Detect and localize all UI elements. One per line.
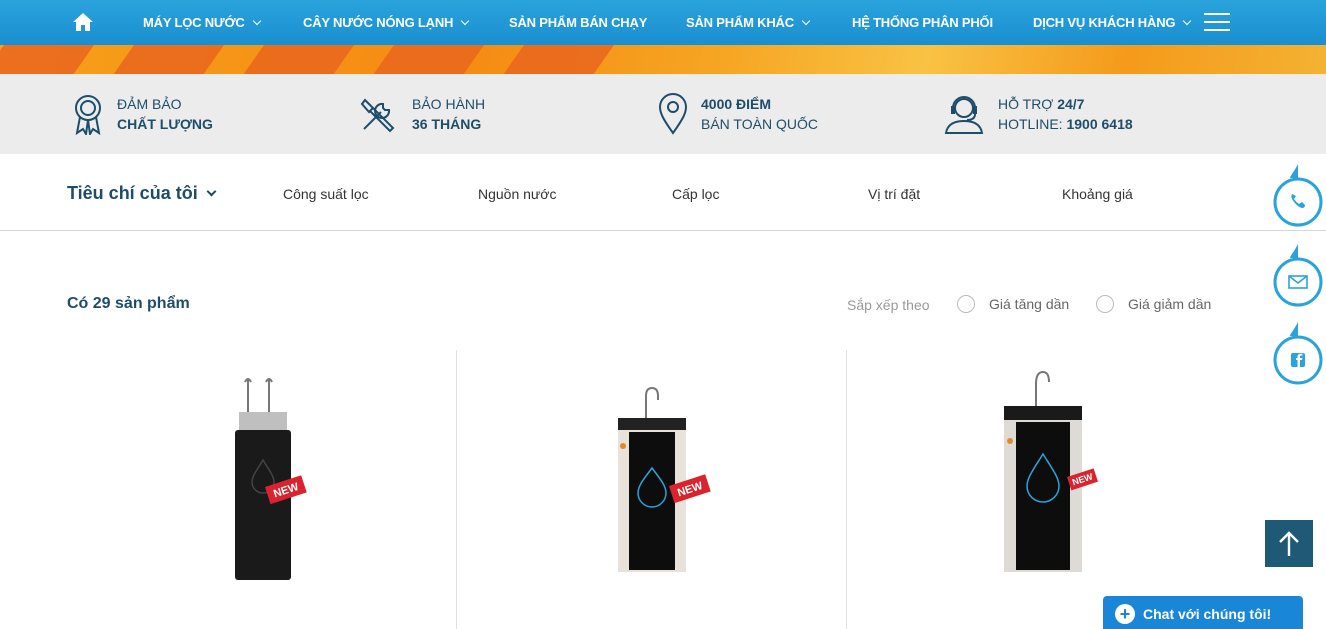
product-image[interactable]: NEW [457,360,847,590]
product-image[interactable]: NEW [847,360,1237,590]
feature-support: HỖ TRỢ 24/7 HOTLINE: 1900 6418 [943,74,1133,154]
nav-item-may-loc-nuoc[interactable]: MÁY LỌC NƯỚC [143,0,261,45]
chat-label: Chat với chúng tôi! [1143,606,1272,622]
filter-price-range[interactable]: Khoảng giá [1062,186,1133,202]
sort-price-desc[interactable]: Giá giảm dần [1096,295,1211,313]
sort-option-label: Giá tăng dần [989,296,1070,312]
nav-item-san-pham-khac[interactable]: SẢN PHẨM KHÁC [686,0,811,45]
features-bar: ĐẢM BẢO CHẤT LƯỢNG BẢO HÀNH 36 THÁNG 400… [0,74,1326,154]
nav-item-he-thong-phan-phoi[interactable]: HỆ THỐNG PHÂN PHỐI [852,0,993,45]
phone-contact-button[interactable] [1272,162,1324,228]
feature-locations: 4000 ĐIỂM BÁN TOÀN QUỐC [658,74,818,154]
feature-quality: ĐẢM BẢO CHẤT LƯỢNG [72,74,213,154]
radio-circle[interactable] [957,295,975,313]
feature-line2: 36 THÁNG [412,116,482,132]
feature-line1: BẢO HÀNH [412,96,486,112]
product-count: Có 29 sản phẩm [67,295,190,312]
nav-item-san-pham-ban-chay[interactable]: SẢN PHẨM BÁN CHẠY [509,0,647,45]
product-card[interactable]: NEW [67,350,457,629]
sort-label: Sắp xếp theo [847,297,930,313]
facebook-contact-button[interactable] [1272,320,1324,386]
chevron-down-icon [206,186,217,196]
nav-item-dich-vu-khach-hang[interactable]: DỊCH VỤ KHÁCH HÀNG [1033,0,1192,45]
feature-line2: BÁN TOÀN QUỐC [701,116,818,132]
hamburger-menu-icon[interactable] [1204,13,1230,32]
sort-option-label: Giá giảm dần [1128,296,1212,312]
feature-line1: ĐẢM BẢO [117,96,182,112]
chevron-down-icon [252,16,261,25]
product-image[interactable]: NEW [67,360,457,590]
filter-bar: Tiêu chí của tôi Công suất lọc Nguồn nướ… [0,154,1326,231]
chevron-down-icon [801,16,811,25]
chat-button[interactable]: + Chat với chúng tôi! [1103,596,1303,629]
radio-circle[interactable] [1096,295,1114,313]
criteria-label: Tiêu chí của tôi [67,183,198,203]
feature-line2: CHẤT LƯỢNG [117,116,213,132]
medal-icon [75,95,101,135]
feature-warranty: BẢO HÀNH 36 THÁNG [359,74,485,154]
nav-item-label: SẢN PHẨM BÁN CHẠY [509,15,648,30]
filter-capacity[interactable]: Công suất lọc [283,186,369,202]
nav-item-label: MÁY LỌC NƯỚC [143,15,245,30]
home-icon[interactable] [72,12,94,32]
nav-item-cay-nuoc-nong-lanh[interactable]: CÂY NƯỚC NÓNG LẠNH [303,0,470,45]
feature-line1: 4000 ĐIỂM [701,96,772,112]
filter-stages[interactable]: Cấp lọc [672,186,719,202]
product-card[interactable]: NEW [847,350,1237,629]
feature-line1: HỖ TRỢ 24/7 [998,96,1085,112]
chevron-down-icon [460,16,470,25]
arrow-up-icon [1279,530,1299,556]
sort-price-asc[interactable]: Giá tăng dần [957,295,1069,313]
email-contact-button[interactable] [1272,242,1324,308]
filter-water-source[interactable]: Nguồn nước [478,186,556,202]
criteria-dropdown[interactable]: Tiêu chí của tôi [67,183,217,204]
support-agent-icon [944,96,984,134]
chevron-down-icon [1183,16,1192,25]
nav-item-label: CÂY NƯỚC NÓNG LẠNH [303,15,454,30]
nav-item-label: DỊCH VỤ KHÁCH HÀNG [1033,15,1176,30]
facebook-icon [1291,353,1305,367]
feature-line2: HOTLINE: 1900 6418 [998,116,1133,132]
tools-icon [360,98,395,133]
product-card[interactable]: NEW [457,350,847,629]
filter-position[interactable]: Vị trí đặt [868,186,920,202]
nav-item-label: HỆ THỐNG PHÂN PHỐI [852,15,993,30]
main-nav: MÁY LỌC NƯỚC CÂY NƯỚC NÓNG LẠNH SẢN PHẨM… [0,0,1326,45]
plus-icon: + [1115,604,1135,624]
location-pin-icon [658,93,688,135]
back-to-top-button[interactable] [1265,520,1313,567]
nav-item-label: SẢN PHẨM KHÁC [686,15,794,30]
